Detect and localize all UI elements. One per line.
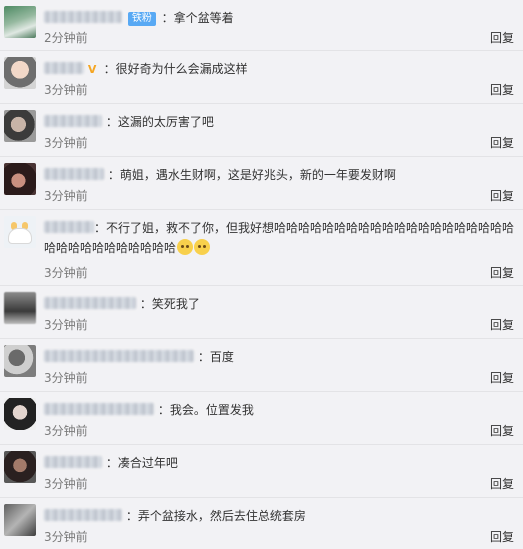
username-blurred[interactable] xyxy=(44,350,194,362)
comment-text: ：百度 xyxy=(197,350,234,364)
comment-text: ：笑死我了 xyxy=(139,297,200,311)
comment-item: ：不行了姐，救不了你，但我好想哈哈哈哈哈哈哈哈哈哈哈哈哈哈哈哈哈哈哈哈哈哈哈哈哈… xyxy=(0,210,523,286)
timestamp: 3分钟前 xyxy=(44,136,88,150)
avatar[interactable] xyxy=(4,345,36,377)
comment-text: ：我会。位置发我 xyxy=(157,403,254,417)
username-blurred[interactable] xyxy=(44,456,102,468)
comment-text: ：拿个盆等着 xyxy=(161,11,234,25)
avatar[interactable] xyxy=(4,504,36,536)
comment-item: V ：很好奇为什么会漏成这样 3分钟前 回复 xyxy=(0,51,523,104)
comment-line: 铁粉 ：拿个盆等着 xyxy=(44,8,517,28)
username-blurred[interactable] xyxy=(44,115,102,127)
avatar[interactable] xyxy=(4,6,36,38)
avatar[interactable] xyxy=(4,57,36,89)
timestamp: 3分钟前 xyxy=(44,477,88,491)
reply-button[interactable]: 回复 xyxy=(490,29,514,46)
avatar[interactable] xyxy=(4,110,36,142)
reply-button[interactable]: 回复 xyxy=(490,316,514,333)
comment-text: ：凑合过年吧 xyxy=(105,456,178,470)
avatar[interactable] xyxy=(4,216,36,248)
timestamp: 2分钟前 xyxy=(44,31,88,45)
comment-item: ：百度 3分钟前 回复 xyxy=(0,339,523,392)
reply-button[interactable]: 回复 xyxy=(490,528,514,545)
comment-list: 铁粉 ：拿个盆等着 2分钟前 回复 V ：很好奇为什么会漏成这样 3分钟前 回复… xyxy=(0,0,523,549)
comment-line: ：凑合过年吧 xyxy=(44,453,517,473)
comment-text: ：弄个盆接水，然后去住总统套房 xyxy=(125,509,306,523)
timestamp: 3分钟前 xyxy=(44,318,88,332)
avatar[interactable] xyxy=(4,451,36,483)
timestamp: 3分钟前 xyxy=(44,424,88,438)
timestamp: 3分钟前 xyxy=(44,266,88,280)
timestamp: 3分钟前 xyxy=(44,189,88,203)
comment-item: ：弄个盆接水，然后去住总统套房 3分钟前 回复 xyxy=(0,498,523,549)
comment-line: ：百度 xyxy=(44,347,517,367)
avatar[interactable] xyxy=(4,292,36,324)
comment-item: ：笑死我了 3分钟前 回复 xyxy=(0,286,523,339)
cat-emoji-icon xyxy=(194,239,211,255)
comment-line: ：弄个盆接水，然后去住总统套房 xyxy=(44,506,517,526)
comment-line: ：萌姐，遇水生财啊，这是好兆头，新的一年要发财啊 xyxy=(44,165,517,185)
username-blurred[interactable] xyxy=(44,62,84,74)
comment-line: ：我会。位置发我 xyxy=(44,400,517,420)
username-blurred[interactable] xyxy=(44,297,136,309)
comment-item: ：萌姐，遇水生财啊，这是好兆头，新的一年要发财啊 3分钟前 回复 xyxy=(0,157,523,210)
vip-icon: V xyxy=(87,63,97,76)
reply-button[interactable]: 回复 xyxy=(490,475,514,492)
cat-emoji-icon xyxy=(177,239,194,255)
comment-text: ：很好奇为什么会漏成这样 xyxy=(103,62,248,76)
comment-text: ：这漏的太厉害了吧 xyxy=(105,115,214,129)
comment-text: ：萌姐，遇水生财啊，这是好兆头，新的一年要发财啊 xyxy=(107,168,396,182)
comment-item: ：这漏的太厉害了吧 3分钟前 回复 xyxy=(0,104,523,157)
timestamp: 3分钟前 xyxy=(44,530,88,544)
reply-button[interactable]: 回复 xyxy=(490,134,514,151)
avatar[interactable] xyxy=(4,398,36,430)
comment-text: ：不行了姐，救不了你，但我好想哈哈哈哈哈哈哈哈哈哈哈哈哈哈哈哈哈哈哈哈哈哈哈哈哈… xyxy=(44,221,515,255)
comment-item: ：我会。位置发我 3分钟前 回复 xyxy=(0,392,523,445)
reply-button[interactable]: 回复 xyxy=(490,369,514,386)
reply-button[interactable]: 回复 xyxy=(490,422,514,439)
avatar[interactable] xyxy=(4,163,36,195)
username-blurred[interactable] xyxy=(44,221,94,233)
reply-button[interactable]: 回复 xyxy=(490,264,514,281)
fan-badge: 铁粉 xyxy=(127,12,156,26)
username-blurred[interactable] xyxy=(44,11,122,23)
comment-line: ：这漏的太厉害了吧 xyxy=(44,112,517,132)
timestamp: 3分钟前 xyxy=(44,371,88,385)
reply-button[interactable]: 回复 xyxy=(490,187,514,204)
comment-item: ：凑合过年吧 3分钟前 回复 xyxy=(0,445,523,498)
timestamp: 3分钟前 xyxy=(44,83,88,97)
username-blurred[interactable] xyxy=(44,168,104,180)
comment-item: 铁粉 ：拿个盆等着 2分钟前 回复 xyxy=(0,0,523,51)
reply-button[interactable]: 回复 xyxy=(490,81,514,98)
comment-line: ：不行了姐，救不了你，但我好想哈哈哈哈哈哈哈哈哈哈哈哈哈哈哈哈哈哈哈哈哈哈哈哈哈… xyxy=(44,218,517,258)
username-blurred[interactable] xyxy=(44,403,154,415)
comment-line: ：笑死我了 xyxy=(44,294,517,314)
comment-line: V ：很好奇为什么会漏成这样 xyxy=(44,59,517,79)
username-blurred[interactable] xyxy=(44,509,122,521)
